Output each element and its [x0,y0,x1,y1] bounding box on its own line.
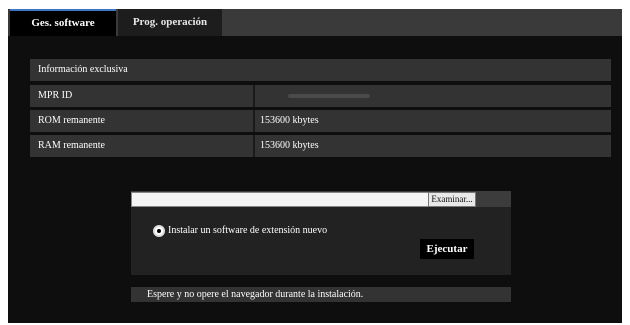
file-select-row: Examinar... [131,191,511,207]
mpr-id-label: MPR ID [38,90,73,101]
column-divider [253,135,255,157]
file-path-input[interactable] [131,192,429,207]
masked-id-value [288,94,370,98]
tab-bar: Ges. software Prog. operación [8,9,622,36]
radio-selected-icon[interactable] [153,224,165,237]
tab-operation-schedule[interactable]: Prog. operación [118,9,222,36]
rom-remaining-label: ROM remanente [38,115,105,126]
table-row: RAM remanente 153600 kbytes [30,135,611,157]
execute-button[interactable]: Ejecutar [420,239,474,259]
info-table-header: Información exclusiva [30,59,611,81]
table-row: MPR ID [30,85,611,107]
table-row: ROM remanente 153600 kbytes [30,110,611,132]
ram-remaining-value: 153600 kbytes [260,140,319,151]
rom-remaining-value: 153600 kbytes [260,115,319,126]
tab-software-management[interactable]: Ges. software [10,9,116,36]
column-divider [253,85,255,107]
browse-button[interactable]: Examinar... [428,192,476,207]
info-header-label: Información exclusiva [38,64,128,75]
software-upload-box: Examinar... Instalar un software de exte… [131,191,511,275]
settings-window: Ges. software Prog. operación Informació… [8,9,622,323]
column-divider [253,110,255,132]
install-option[interactable]: Instalar un software de extensión nuevo [153,224,327,238]
install-option-label: Instalar un software de extensión nuevo [168,225,328,236]
main-panel: Información exclusiva MPR ID ROM remanen… [8,36,622,323]
ram-remaining-label: RAM remanente [38,140,105,151]
install-notice: Espere y no opere el navegador durante l… [131,287,511,302]
